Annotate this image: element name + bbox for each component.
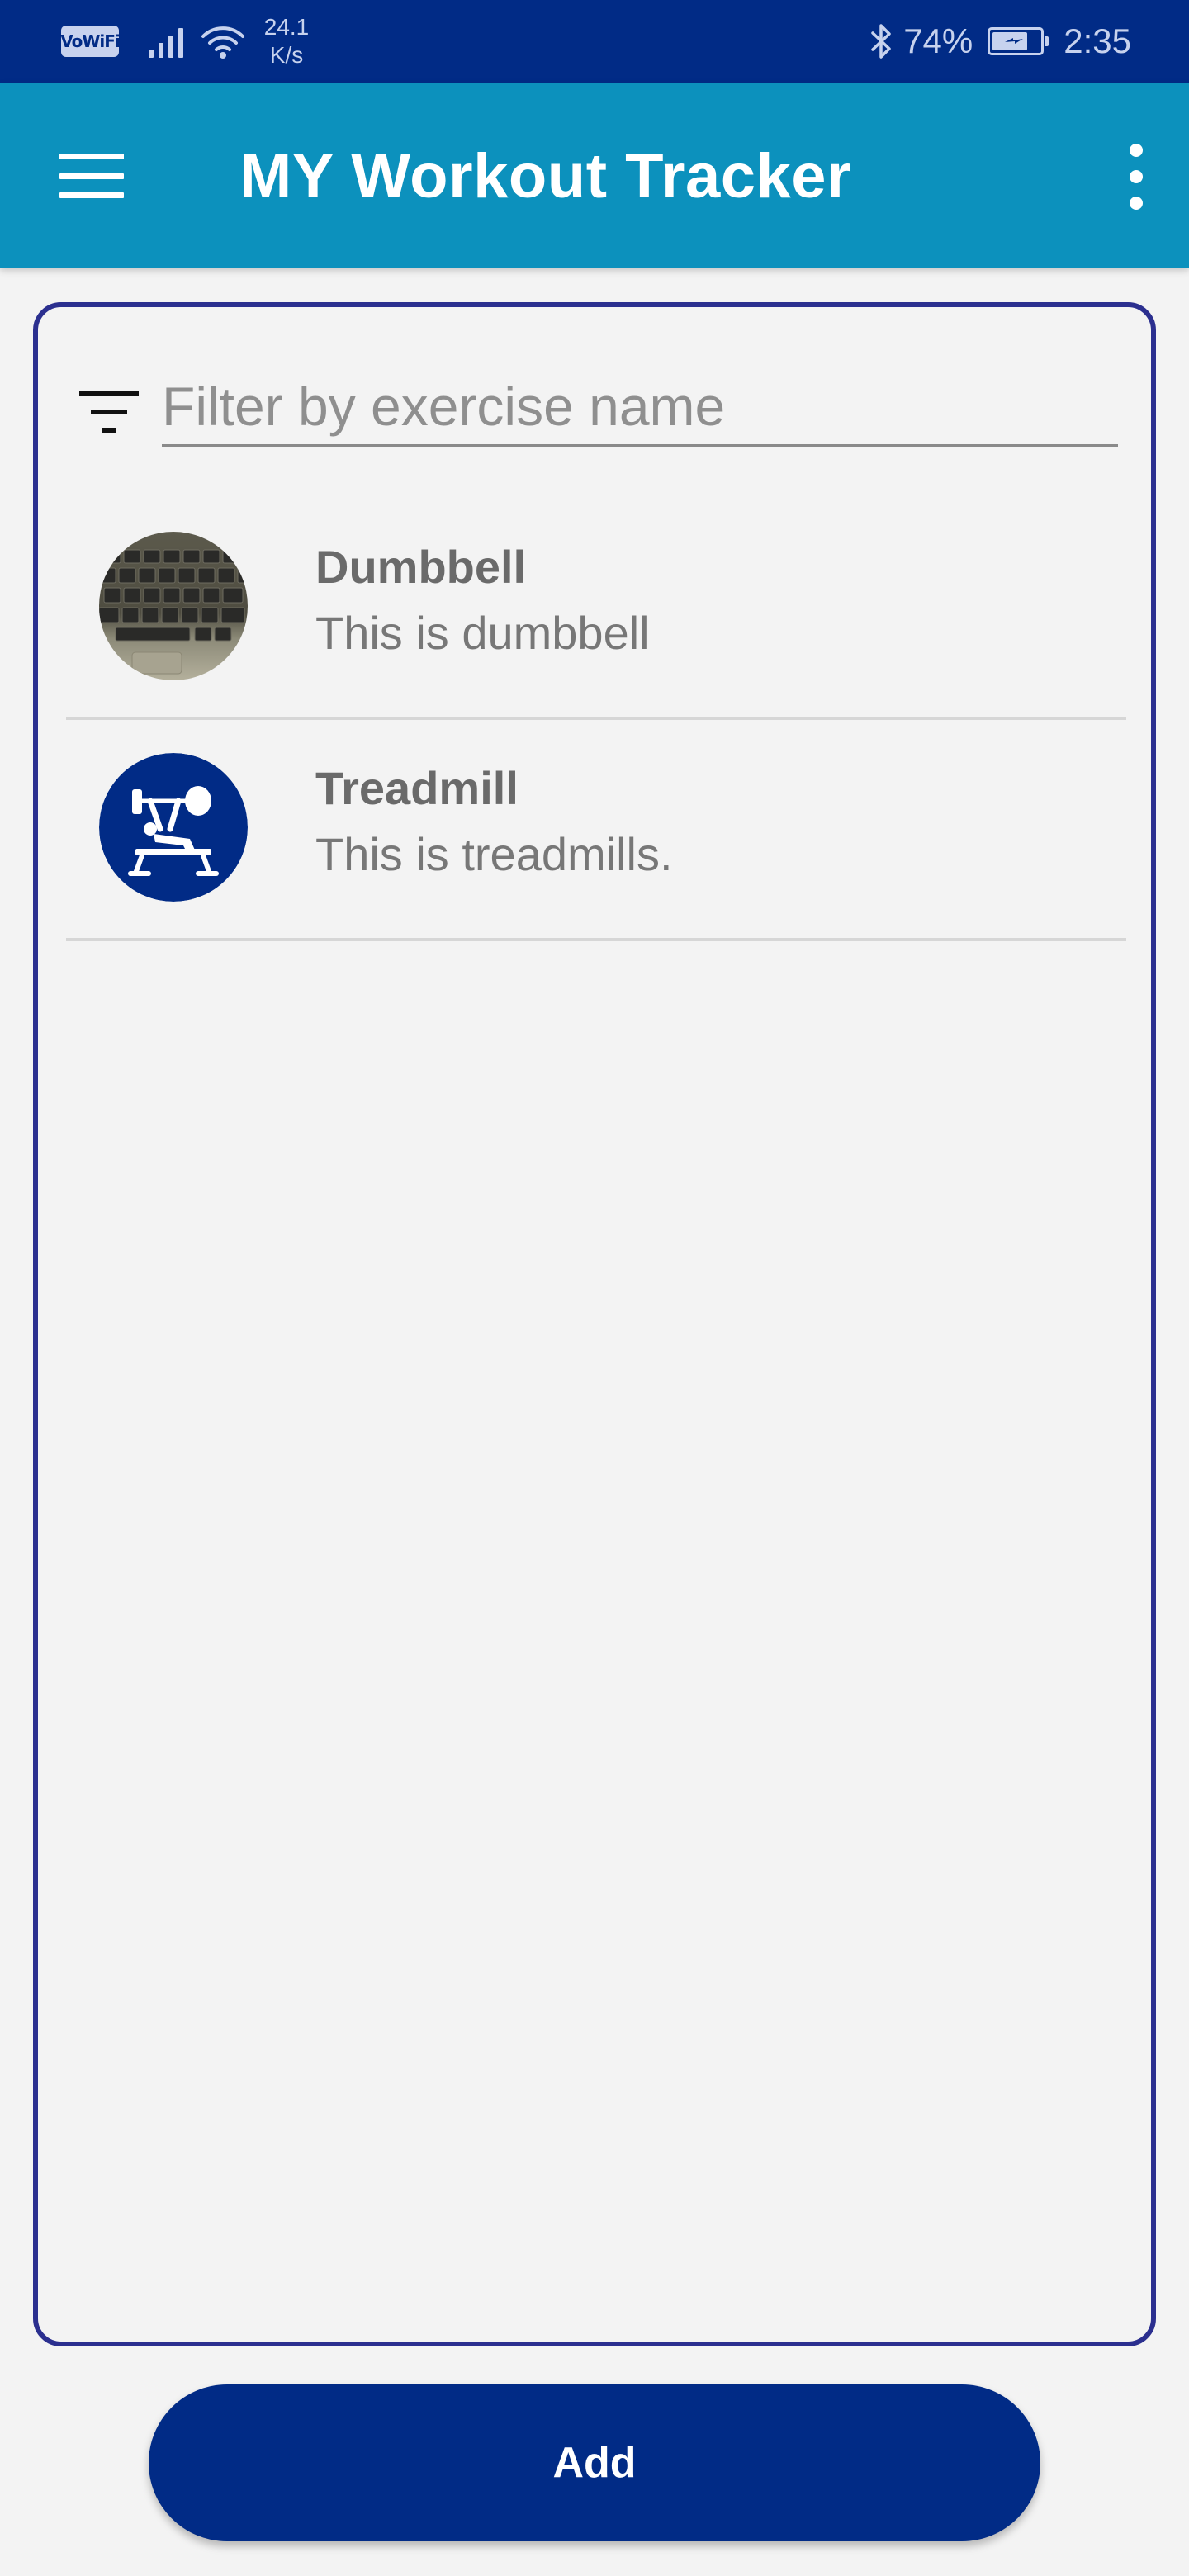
hamburger-menu-icon[interactable] (59, 154, 124, 198)
bluetooth-icon (871, 24, 891, 59)
exercise-description: This is dumbbell (315, 607, 650, 659)
status-bar: VoWiFi 24.1 K/s 74% 2:35 (0, 0, 1189, 83)
exercise-list: Dumbbell This is dumbbell Treadmill This… (66, 499, 1126, 941)
network-speed: 24.1 K/s (258, 13, 315, 69)
add-button[interactable]: Add (149, 2384, 1040, 2541)
list-item[interactable]: Dumbbell This is dumbbell (66, 499, 1126, 720)
page-title: MY Workout Tracker (239, 141, 852, 211)
battery-icon (988, 27, 1049, 55)
network-speed-unit: K/s (269, 42, 304, 68)
list-item[interactable]: Treadmill This is treadmills. (66, 720, 1126, 941)
filter-icon (79, 391, 139, 433)
status-bar-left: VoWiFi 24.1 K/s (60, 13, 315, 69)
keyboard-photo (99, 532, 248, 680)
exercise-description: This is treadmills. (315, 828, 673, 880)
app-bar: MY Workout Tracker (0, 83, 1189, 268)
vowifi-icon: VoWiFi (60, 26, 121, 57)
exercise-name: Treadmill (315, 762, 519, 814)
battery-percent: 74% (903, 21, 973, 60)
exercise-list-card: Dumbbell This is dumbbell (33, 302, 1156, 2346)
network-speed-value: 24.1 (263, 14, 310, 40)
wifi-icon (201, 26, 244, 59)
exercise-name: Dumbbell (315, 541, 527, 593)
filter-input[interactable] (162, 372, 1118, 447)
clock: 2:35 (1063, 21, 1131, 60)
charging-bolt-icon (1005, 38, 1024, 44)
more-vert-icon[interactable] (1120, 144, 1153, 210)
status-bar-right: 74% 2:35 (869, 13, 1131, 69)
signal-icon (149, 25, 192, 58)
bench-press-icon (99, 753, 248, 902)
